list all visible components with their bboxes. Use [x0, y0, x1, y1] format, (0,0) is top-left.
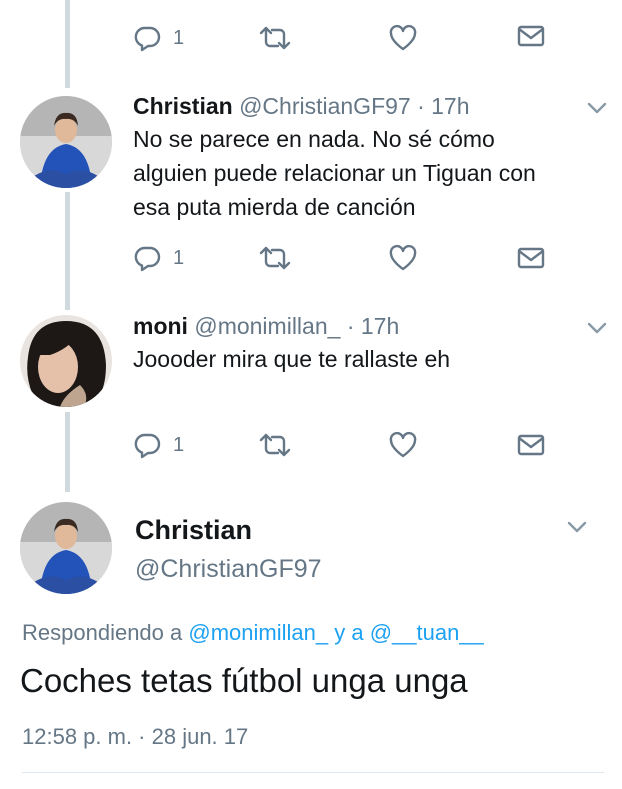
- tweet-text-line: esa puta mierda de canción: [133, 194, 416, 220]
- envelope-icon: [517, 25, 545, 47]
- user-handle[interactable]: @monimillan_: [194, 313, 340, 339]
- heart-icon: [389, 431, 417, 458]
- heart-icon: [389, 24, 417, 51]
- like-button[interactable]: [388, 431, 418, 459]
- tweet-timestamp[interactable]: 12:58 p. m. · 28 jun. 17: [22, 724, 248, 750]
- mention-link[interactable]: @monimillan_: [188, 620, 328, 645]
- avatar-image: [20, 315, 112, 407]
- replying-prefix: Respondiendo a: [22, 620, 183, 645]
- chevron-down-icon[interactable]: [586, 101, 608, 115]
- reply-icon: [134, 246, 161, 272]
- retweet-button[interactable]: [258, 244, 292, 272]
- envelope-icon: [517, 247, 545, 269]
- envelope-icon: [517, 434, 545, 456]
- avatar[interactable]: [20, 96, 112, 188]
- tweet-text-line: No se parece en nada. No sé cómo: [133, 126, 495, 152]
- avatar[interactable]: [20, 502, 112, 594]
- tweet-text: No se parece en nada. No sé cómo alguien…: [133, 122, 536, 224]
- reply-count: 1: [173, 26, 185, 49]
- replying-mid: y a: [334, 620, 364, 645]
- avatar-image: [20, 96, 112, 188]
- dm-button[interactable]: [517, 246, 545, 270]
- reply-button[interactable]: 1: [133, 244, 184, 272]
- tweet-header: moni @monimillan_ · 17h: [133, 312, 399, 340]
- tweet-time[interactable]: · 17h: [347, 313, 399, 339]
- avatar-image: [20, 502, 112, 594]
- avatar[interactable]: [20, 315, 112, 407]
- reply-count: 1: [173, 246, 185, 269]
- retweet-button[interactable]: [258, 431, 292, 459]
- thread-line: [65, 0, 70, 88]
- like-button[interactable]: [388, 244, 418, 272]
- reply-button[interactable]: 1: [133, 431, 184, 459]
- main-tweet-text: Coches tetas fútbol unga unga: [20, 662, 468, 699]
- dm-button[interactable]: [517, 24, 545, 48]
- reply-count: 1: [173, 433, 185, 456]
- reply-button[interactable]: 1: [133, 24, 184, 52]
- tweet-text-line: alguien puede relacionar un Tiguan con: [133, 160, 536, 186]
- main-user-handle[interactable]: @ChristianGF97: [135, 555, 322, 584]
- retweet-icon: [259, 26, 291, 50]
- retweet-button[interactable]: [258, 24, 292, 52]
- heart-icon: [389, 244, 417, 271]
- chevron-down-icon[interactable]: [586, 321, 608, 335]
- chevron-down-icon[interactable]: [566, 520, 588, 534]
- main-display-name[interactable]: Christian: [135, 515, 252, 546]
- tweet-text: Joooder mira que te rallaste eh: [133, 342, 450, 376]
- display-name[interactable]: moni: [133, 313, 188, 339]
- user-handle[interactable]: @ChristianGF97: [239, 93, 411, 119]
- reply-icon: [134, 433, 161, 459]
- thread-line: [65, 192, 70, 310]
- dm-button[interactable]: [517, 433, 545, 457]
- replying-to: Respondiendo a @monimillan_ y a @__tuan_…: [22, 620, 484, 646]
- like-button[interactable]: [388, 24, 418, 52]
- tweet-time[interactable]: · 17h: [417, 93, 469, 119]
- reply-icon: [134, 26, 161, 52]
- mention-link[interactable]: @__tuan__: [370, 620, 484, 645]
- tweet-header: Christian @ChristianGF97 · 17h: [133, 92, 470, 120]
- display-name[interactable]: Christian: [133, 93, 233, 119]
- divider: [22, 772, 604, 773]
- tweet-text-line: Joooder mira que te rallaste eh: [133, 346, 451, 372]
- thread-line: [65, 412, 70, 492]
- retweet-icon: [259, 246, 291, 270]
- retweet-icon: [259, 433, 291, 457]
